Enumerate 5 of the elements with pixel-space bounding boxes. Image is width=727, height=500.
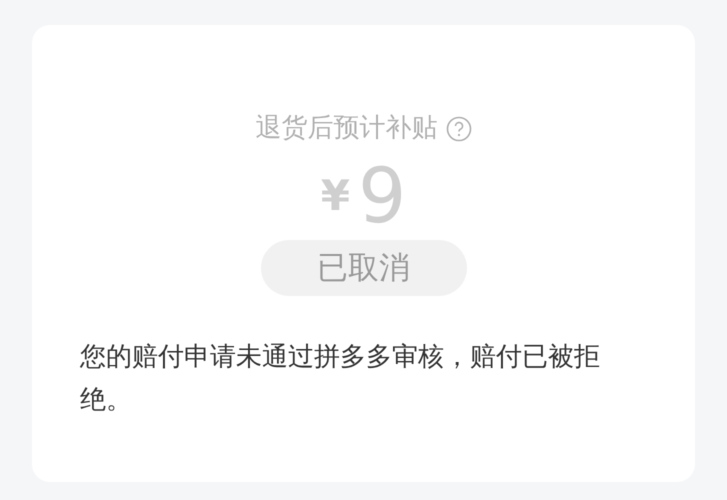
currency-symbol: ¥	[320, 175, 350, 218]
rejection-message: 您的赔付申请未通过拼多多审核，赔付已被拒绝。	[79, 341, 601, 418]
help-icon[interactable]	[446, 116, 472, 142]
subsidy-title: 退货后预计补贴	[256, 113, 438, 144]
status-badge: 已取消	[260, 240, 466, 296]
